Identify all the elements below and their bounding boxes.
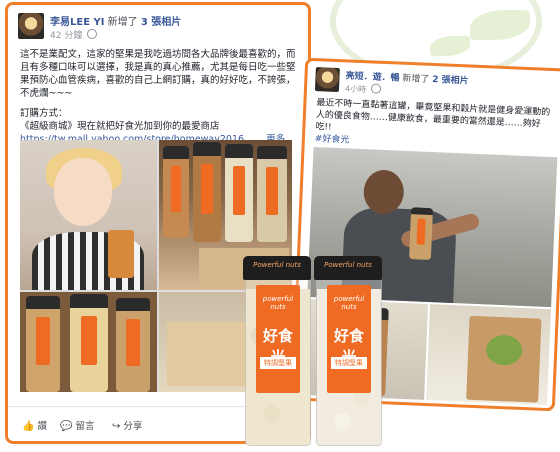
post-byline: 李易LEE YI 新增了 3 張相片 (50, 13, 181, 28)
jar-cap: Powerful nuts (243, 256, 311, 280)
globe-icon (87, 29, 98, 39)
share-icon: ↪ (112, 421, 121, 432)
order-label: 訂購方式： (20, 108, 68, 119)
jar-label-script: powerful nuts (333, 295, 365, 311)
bag-label (485, 334, 523, 366)
jar-label-script: powerful nuts (262, 295, 294, 311)
jar-label: powerful nuts 好食光 特調堅果 (327, 285, 371, 393)
photo-granola-bag[interactable] (426, 304, 551, 406)
post-action-text: 新增了 (107, 17, 138, 28)
photos-count-link[interactable]: 2 張相片 (432, 75, 469, 87)
jar-flavor: 特調堅果 (260, 357, 296, 369)
comment-icon: 💬 (60, 421, 73, 432)
jar (193, 142, 221, 242)
product-jar-right: powerful nuts 好食光 特調堅果 Powerful nuts (314, 256, 382, 446)
post-header: 李易LEE YI 新增了 3 張相片 42 分鐘 (8, 5, 308, 45)
photo-person-with-jar[interactable] (20, 140, 157, 290)
jar (408, 207, 434, 261)
post-time[interactable]: 4小時 (345, 84, 366, 94)
thumbs-up-icon: 👍 (22, 421, 35, 432)
post-paragraph: 這不是業配文，這家的堅果是我吃過坊間各大品牌後最喜歡的，而且有多種口味可以選擇，… (20, 49, 296, 99)
like-label: 讚 (37, 421, 47, 432)
share-label: 分享 (123, 421, 143, 432)
store-line: 《超級商城》現在就把好食光加到你的最愛商店 (20, 121, 220, 132)
jar-cap-text: Powerful nuts (324, 261, 372, 269)
photo-jars-closeup[interactable] (20, 292, 157, 392)
jar-glass: powerful nuts 好食光 特調堅果 (316, 278, 382, 446)
post-meta: 4小時 (345, 82, 381, 95)
person-face (54, 158, 112, 226)
share-button[interactable]: ↪ 分享 (112, 418, 142, 432)
jar-glass: powerful nuts 好食光 特調堅果 (245, 278, 311, 446)
jar (70, 294, 108, 392)
post-action-text: 新增了 (402, 73, 430, 85)
author-name[interactable]: 李易LEE YI (50, 17, 104, 28)
jar (225, 144, 253, 242)
jar-cap: Powerful nuts (314, 256, 382, 280)
photos-count-link[interactable]: 3 張相片 (141, 17, 181, 28)
granola-bag (466, 315, 542, 403)
comment-button[interactable]: 💬 留言 (60, 418, 94, 432)
avatar[interactable] (314, 67, 340, 93)
like-button[interactable]: 👍 讚 (22, 418, 47, 432)
jar-cap-text: Powerful nuts (253, 261, 301, 269)
comment-label: 留言 (75, 421, 95, 432)
post-meta: 42 分鐘 (50, 28, 98, 41)
jar-flavor: 特調堅果 (331, 357, 367, 369)
jar (257, 146, 287, 242)
jar (26, 296, 60, 392)
held-jar (108, 230, 134, 278)
post-body: 最近不時一直黏著這罐，畢竟堅果和穀片就是健身愛運動的人的優良食物……健康飲食，最… (305, 95, 560, 156)
jar-label: powerful nuts 好食光 特調堅果 (256, 285, 300, 393)
post-time[interactable]: 42 分鐘 (50, 31, 82, 41)
avatar[interactable] (18, 13, 44, 39)
post-body: 這不是業配文，這家的堅果是我吃過坊間各大品牌後最喜歡的，而且有多種口味可以選擇，… (8, 45, 308, 146)
jar (116, 298, 150, 392)
product-jar-left: powerful nuts 好食光 特調堅果 Powerful nuts (243, 256, 311, 446)
globe-icon (370, 83, 381, 94)
jar (163, 146, 189, 238)
